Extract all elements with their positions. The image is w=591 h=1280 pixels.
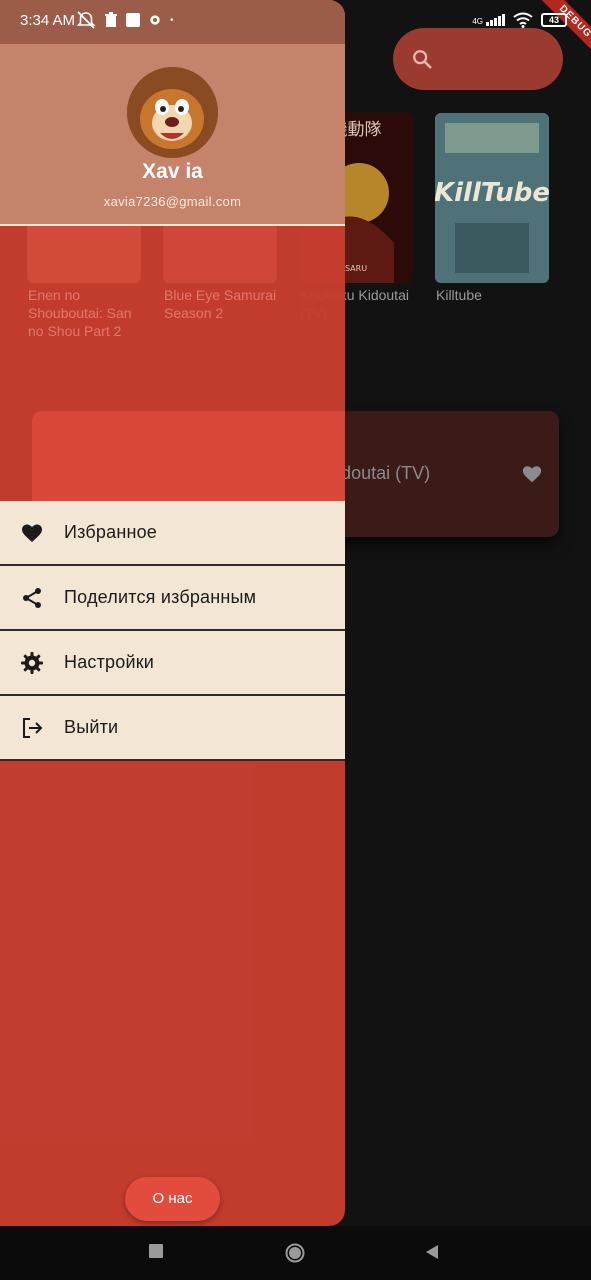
more-dot-icon: • [170,14,174,26]
poster-caption: Killtube [436,287,482,303]
gear-icon [150,15,160,25]
menu-item-label: Выйти [64,717,119,737]
menu-item-favorites[interactable]: Избранное [0,501,345,566]
poster-thumbnail [163,226,277,283]
app-icon [126,13,140,27]
status-time: 3:34 AM [20,12,76,29]
wifi-icon [513,12,533,28]
svg-text:KillTube: KillTube [435,178,549,208]
user-email: xavia7236@gmail.com [103,194,242,209]
menu-item-logout[interactable]: Выйти [0,696,345,761]
favorite-card [32,411,345,502]
user-name: Xav ia [142,160,203,183]
poster-caption: Blue Eye Samurai Season 2 [164,287,277,321]
poster-thumbnail[interactable]: KillTube [435,113,549,283]
signal-icon: 4G [472,14,505,26]
menu-item-label: Поделится избранным [64,587,257,607]
poster-caption: Enen no Shouboutai: San no Shou Part 2 [28,287,132,339]
notifications-off-icon [76,11,96,29]
drawer-menu: Избранное Поделится избранным Настройки … [0,501,345,761]
menu-item-label: Настройки [64,652,155,672]
back-button[interactable] [424,1244,439,1260]
battery-icon: 43 [541,13,567,27]
svg-text:SARU: SARU [345,264,367,273]
poster-thumbnail [27,226,141,283]
recents-button[interactable] [149,1244,163,1258]
search-icon [413,50,432,69]
status-bar: 3:34 AM • 4G 43 [0,0,591,44]
navigation-drawer: Enen no Shouboutai: San no Shou Part 2 B… [0,0,345,1226]
heart-icon[interactable] [521,463,543,485]
menu-item-share-favorites[interactable]: Поделится избранным [0,566,345,631]
home-button[interactable] [285,1243,305,1263]
status-icons-left: • [76,11,174,29]
network-label: 4G [472,17,483,26]
logout-icon [23,718,43,738]
system-navigation-bar [0,1226,591,1280]
share-icon [23,588,41,608]
menu-item-settings[interactable]: Настройки [0,631,345,696]
status-icons-right: 4G 43 [472,12,567,28]
heart-icon [22,524,42,542]
menu-item-label: Избранное [64,522,158,542]
gear-icon [21,652,43,674]
trash-icon [105,12,117,27]
about-button[interactable]: О нас [125,1177,220,1221]
avatar[interactable] [127,67,218,158]
